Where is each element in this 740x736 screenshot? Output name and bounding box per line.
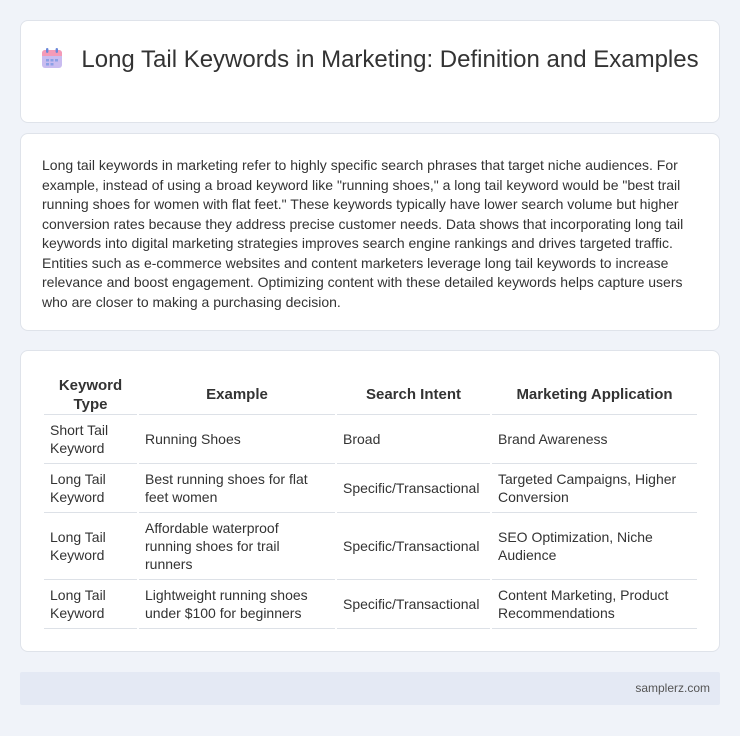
cell-marketing-application: Brand Awareness (492, 415, 697, 464)
page-title: Long Tail Keywords in Marketing: Definit… (21, 45, 719, 74)
cell-keyword-type: Short Tail Keyword (44, 415, 137, 464)
cell-keyword-type: Long Tail Keyword (44, 513, 137, 580)
cell-example: Affordable waterproof running shoes for … (139, 513, 335, 580)
cell-example: Running Shoes (139, 415, 335, 464)
footer-bar: samplerz.com (20, 672, 720, 705)
title-card: Long Tail Keywords in Marketing: Definit… (20, 20, 720, 123)
cell-example: Best running shoes for flat feet women (139, 464, 335, 513)
cell-search-intent: Specific/Transactional (337, 580, 490, 629)
cell-marketing-application: Targeted Campaigns, Higher Conversion (492, 464, 697, 513)
column-header-search-intent: Search Intent (337, 371, 490, 415)
page-title-text: Long Tail Keywords in Marketing: Definit… (81, 46, 699, 73)
cell-keyword-type: Long Tail Keyword (44, 464, 137, 513)
table-row: Short Tail Keyword Running Shoes Broad B… (44, 415, 697, 464)
cell-marketing-application: SEO Optimization, Niche Audience (492, 513, 697, 580)
intro-card: Long tail keywords in marketing refer to… (20, 133, 720, 331)
cell-search-intent: Specific/Transactional (337, 513, 490, 580)
cell-search-intent: Broad (337, 415, 490, 464)
intro-paragraph: Long tail keywords in marketing refer to… (42, 157, 684, 310)
column-header-marketing-application: Marketing Application (492, 371, 697, 415)
calendar-icon (41, 47, 63, 69)
footer-site-link[interactable]: samplerz.com (635, 681, 710, 695)
cell-keyword-type: Long Tail Keyword (44, 580, 137, 629)
table-header-row: Keyword Type Example Search Intent Marke… (44, 371, 697, 415)
cell-search-intent: Specific/Transactional (337, 464, 490, 513)
table-row: Long Tail Keyword Lightweight running sh… (44, 580, 697, 629)
column-header-example: Example (139, 371, 335, 415)
table-row: Long Tail Keyword Best running shoes for… (44, 464, 697, 513)
table-row: Long Tail Keyword Affordable waterproof … (44, 513, 697, 580)
cell-example: Lightweight running shoes under $100 for… (139, 580, 335, 629)
title-wrap: Long Tail Keywords in Marketing: Definit… (21, 45, 719, 74)
cell-marketing-application: Content Marketing, Product Recommendatio… (492, 580, 697, 629)
column-header-keyword-type: Keyword Type (44, 371, 137, 415)
keyword-table: Keyword Type Example Search Intent Marke… (42, 371, 699, 629)
table-card: Keyword Type Example Search Intent Marke… (20, 350, 720, 652)
